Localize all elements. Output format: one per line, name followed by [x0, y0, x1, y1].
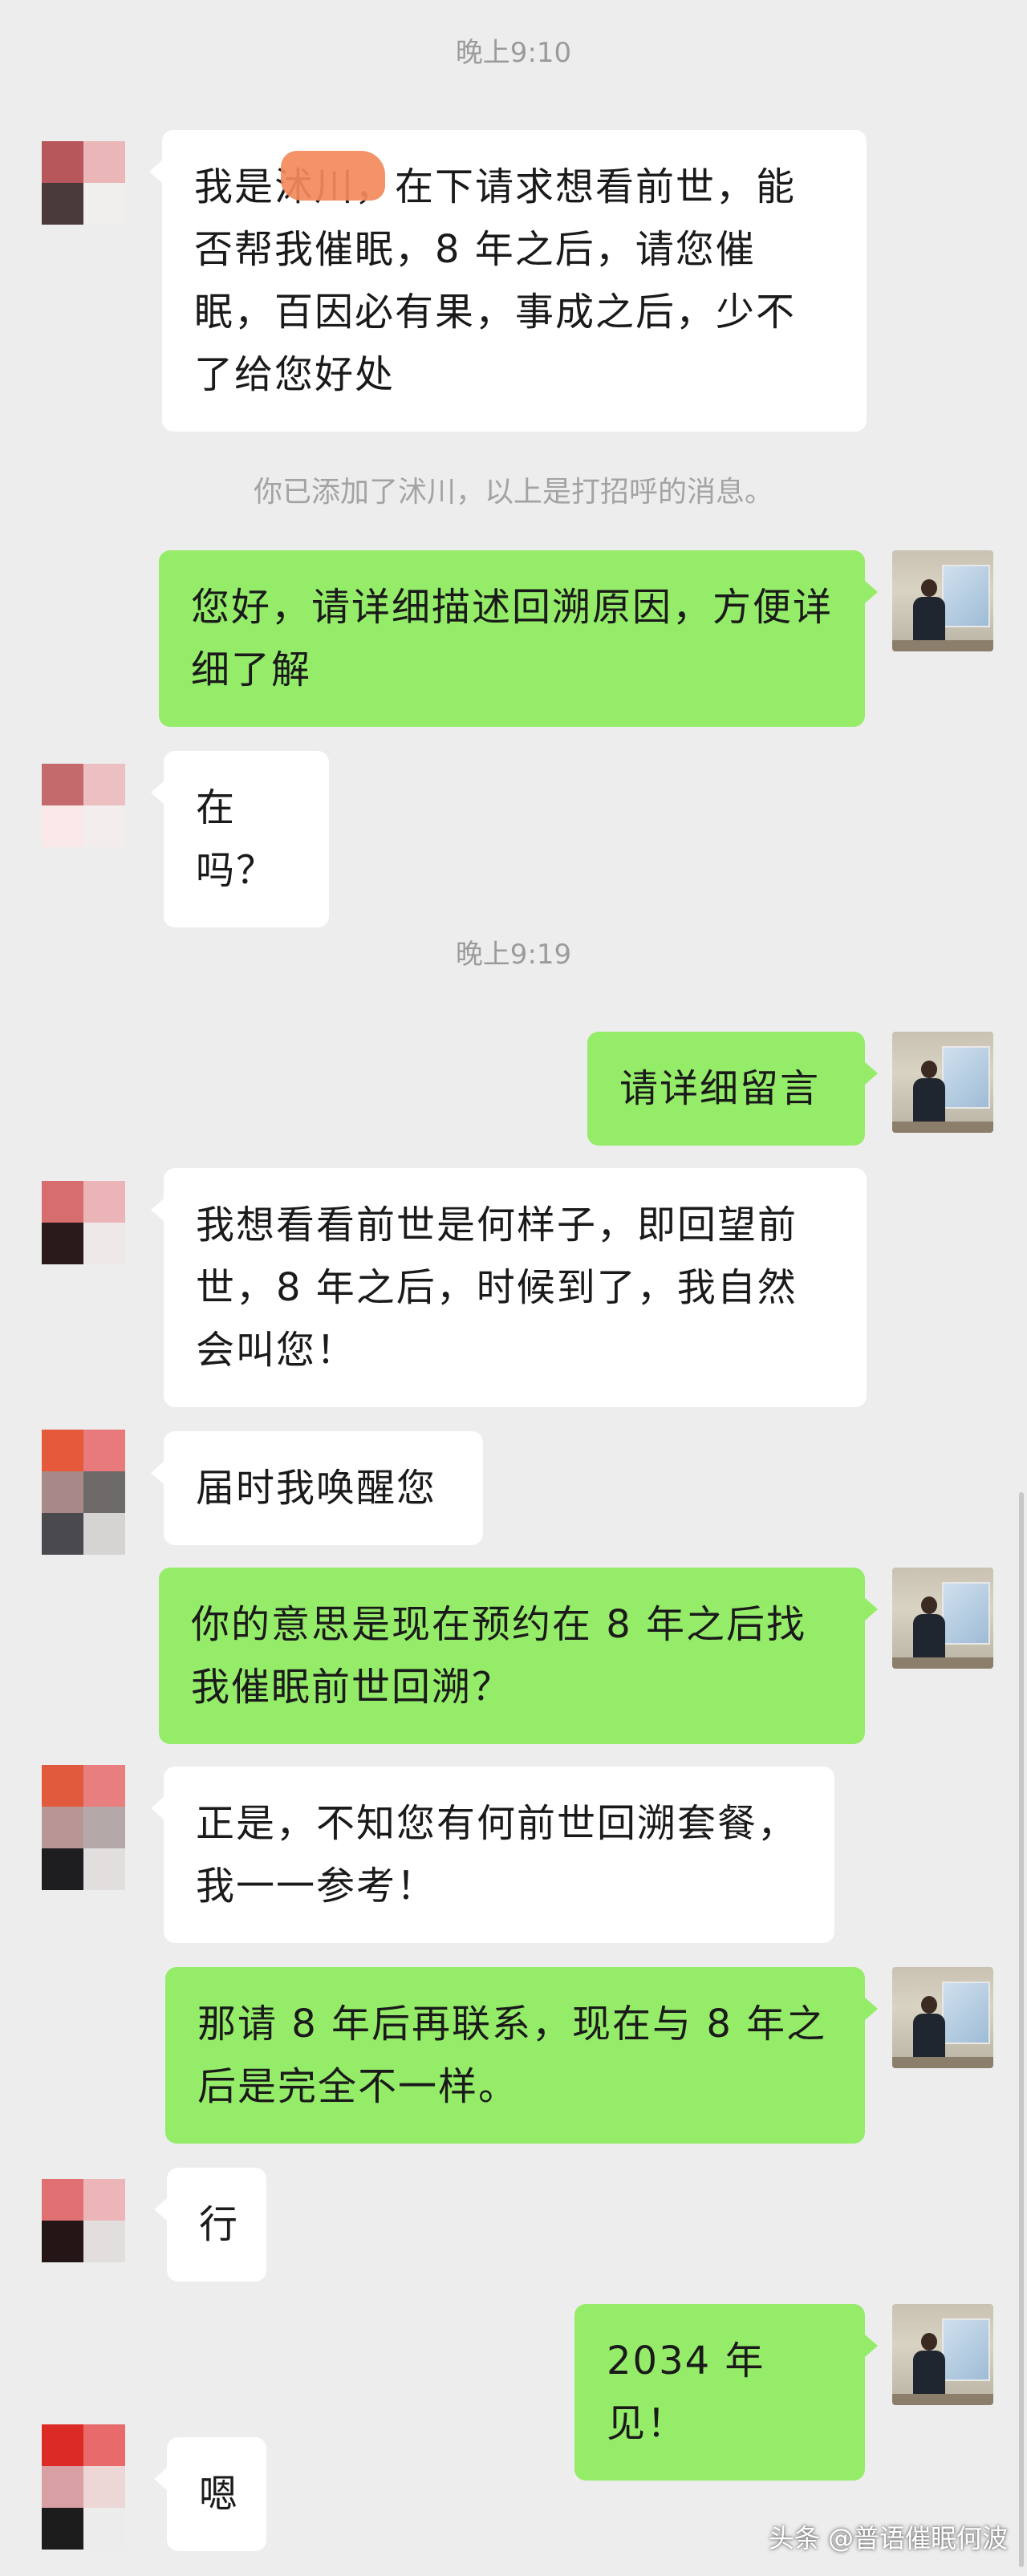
- message-bubble-incoming[interactable]: 行: [154, 2168, 266, 2282]
- chat-view[interactable]: 晚上9:10 我是沭川，在下请求想看前世，能否帮我催眠，8 年之后，请您催眠，百…: [0, 0, 1027, 2576]
- message-text: 您好，请详细描述回溯原因，方便详细了解: [191, 585, 834, 692]
- timestamp: 晚上9:10: [455, 37, 572, 69]
- message-bubble-outgoing[interactable]: 请详细留言: [587, 1032, 878, 1146]
- message-text: 请详细留言: [619, 1066, 821, 1111]
- system-notice: 你已添加了沭川，以上是打招呼的消息。: [253, 476, 773, 509]
- contact-avatar-icon[interactable]: [42, 2424, 125, 2550]
- my-avatar-icon[interactable]: [892, 550, 993, 651]
- watermark: 头条 @普语催眠何波: [768, 2523, 1008, 2554]
- contact-avatar-icon[interactable]: [42, 1181, 125, 1264]
- message-bubble-incoming[interactable]: 正是，不知您有何前世回溯套餐，我一一参考！: [151, 1767, 834, 1943]
- message-bubble-outgoing[interactable]: 2034 年见！: [574, 2304, 878, 2481]
- message-bubble-incoming[interactable]: 嗯: [154, 2437, 266, 2551]
- message-text: 届时我唤醒您: [196, 1466, 437, 1511]
- message-text: 正是，不知您有何前世回溯套餐，我一一参考！: [196, 1801, 798, 1909]
- my-avatar-icon[interactable]: [892, 1032, 993, 1133]
- message-bubble-incoming[interactable]: 我想看看前世是何样子，即回望前世，8 年之后，时候到了，我自然会叫您！: [151, 1168, 867, 1407]
- timestamp: 晚上9:19: [455, 939, 572, 971]
- message-bubble-outgoing[interactable]: 您好，请详细描述回溯原因，方便详细了解: [159, 550, 878, 727]
- message-bubble-outgoing[interactable]: 那请 8 年后再联系，现在与 8 年之后是完全不一样。: [165, 1967, 878, 2144]
- contact-avatar-icon[interactable]: [42, 141, 125, 225]
- scrollbar[interactable]: [1019, 1492, 1024, 2567]
- contact-avatar-icon[interactable]: [42, 1765, 125, 1890]
- message-bubble-incoming[interactable]: 我是沭川，在下请求想看前世，能否帮我催眠，8 年之后，请您催眠，百因必有果，事成…: [149, 130, 867, 432]
- message-text: 你的意思是现在预约在 8 年之后找我催眠前世回溯？: [191, 1602, 807, 1710]
- my-avatar-icon[interactable]: [892, 2304, 993, 2405]
- message-text: 我想看看前世是何样子，即回望前世，8 年之后，时候到了，我自然会叫您！: [196, 1203, 798, 1373]
- contact-avatar-icon[interactable]: [42, 1430, 125, 1555]
- message-bubble-outgoing[interactable]: 你的意思是现在预约在 8 年之后找我催眠前世回溯？: [159, 1568, 878, 1744]
- message-text: 行: [199, 2202, 240, 2247]
- message-text: 在吗？: [196, 785, 277, 893]
- message-bubble-incoming[interactable]: 届时我唤醒您: [151, 1431, 483, 1545]
- contact-avatar-icon[interactable]: [42, 764, 125, 847]
- my-avatar-icon[interactable]: [892, 1967, 993, 2068]
- contact-avatar-icon[interactable]: [42, 2179, 125, 2262]
- message-text: 2034 年见！: [607, 2339, 765, 2446]
- message-bubble-incoming[interactable]: 在吗？: [151, 751, 329, 927]
- message-text: 嗯: [199, 2472, 240, 2517]
- message-text: 那请 8 年后再联系，现在与 8 年之后是完全不一样。: [197, 2002, 827, 2109]
- my-avatar-icon[interactable]: [892, 1568, 993, 1669]
- redaction-mark: [281, 151, 385, 201]
